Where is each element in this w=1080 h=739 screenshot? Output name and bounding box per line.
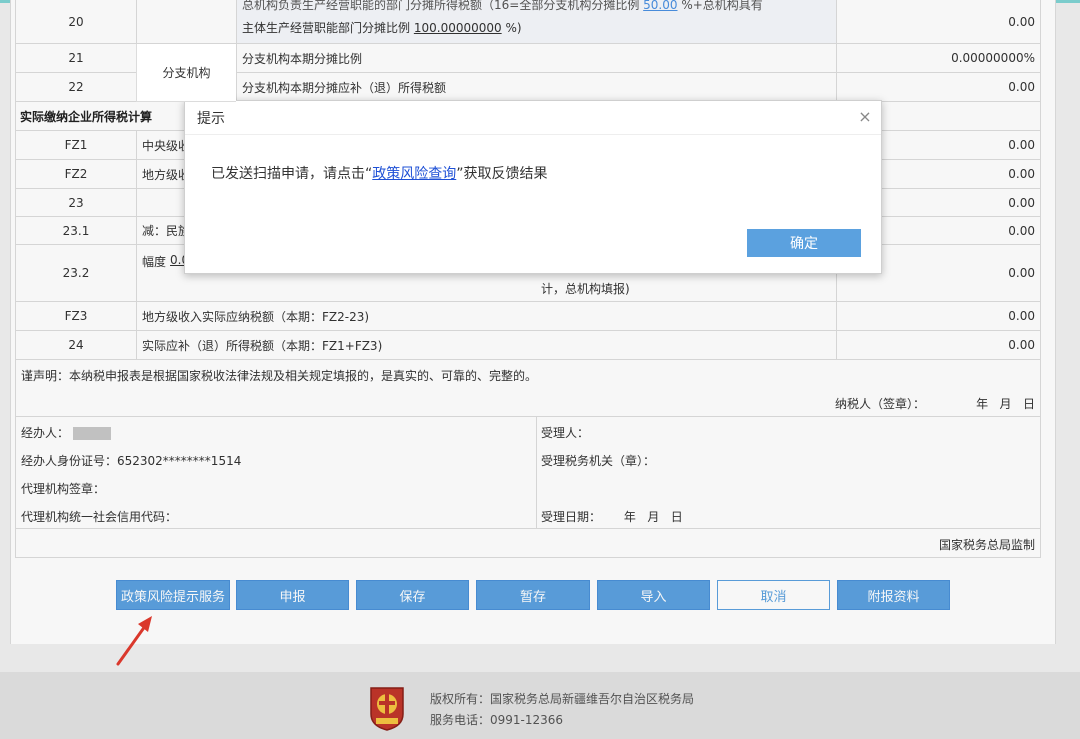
close-icon[interactable]: ×: [857, 109, 873, 125]
notice-dialog: 提示 × 已发送扫描申请，请点击“政策风险查询”获取反馈结果 确定: [184, 100, 882, 274]
dialog-header: 提示: [185, 101, 881, 135]
group-label: 分支机构: [162, 66, 211, 80]
row-group-label: 分支机构: [136, 44, 236, 102]
policy-risk-query-link[interactable]: 政策风险查询: [372, 166, 456, 182]
message-text: ”获取反馈结果: [456, 166, 548, 182]
confirm-button[interactable]: 确定: [747, 229, 861, 257]
dialog-title: 提示: [197, 110, 225, 127]
message-text: 已发送扫描申请，请点击“: [211, 166, 373, 182]
dialog-message: 已发送扫描申请，请点击“政策风险查询”获取反馈结果: [211, 163, 548, 183]
